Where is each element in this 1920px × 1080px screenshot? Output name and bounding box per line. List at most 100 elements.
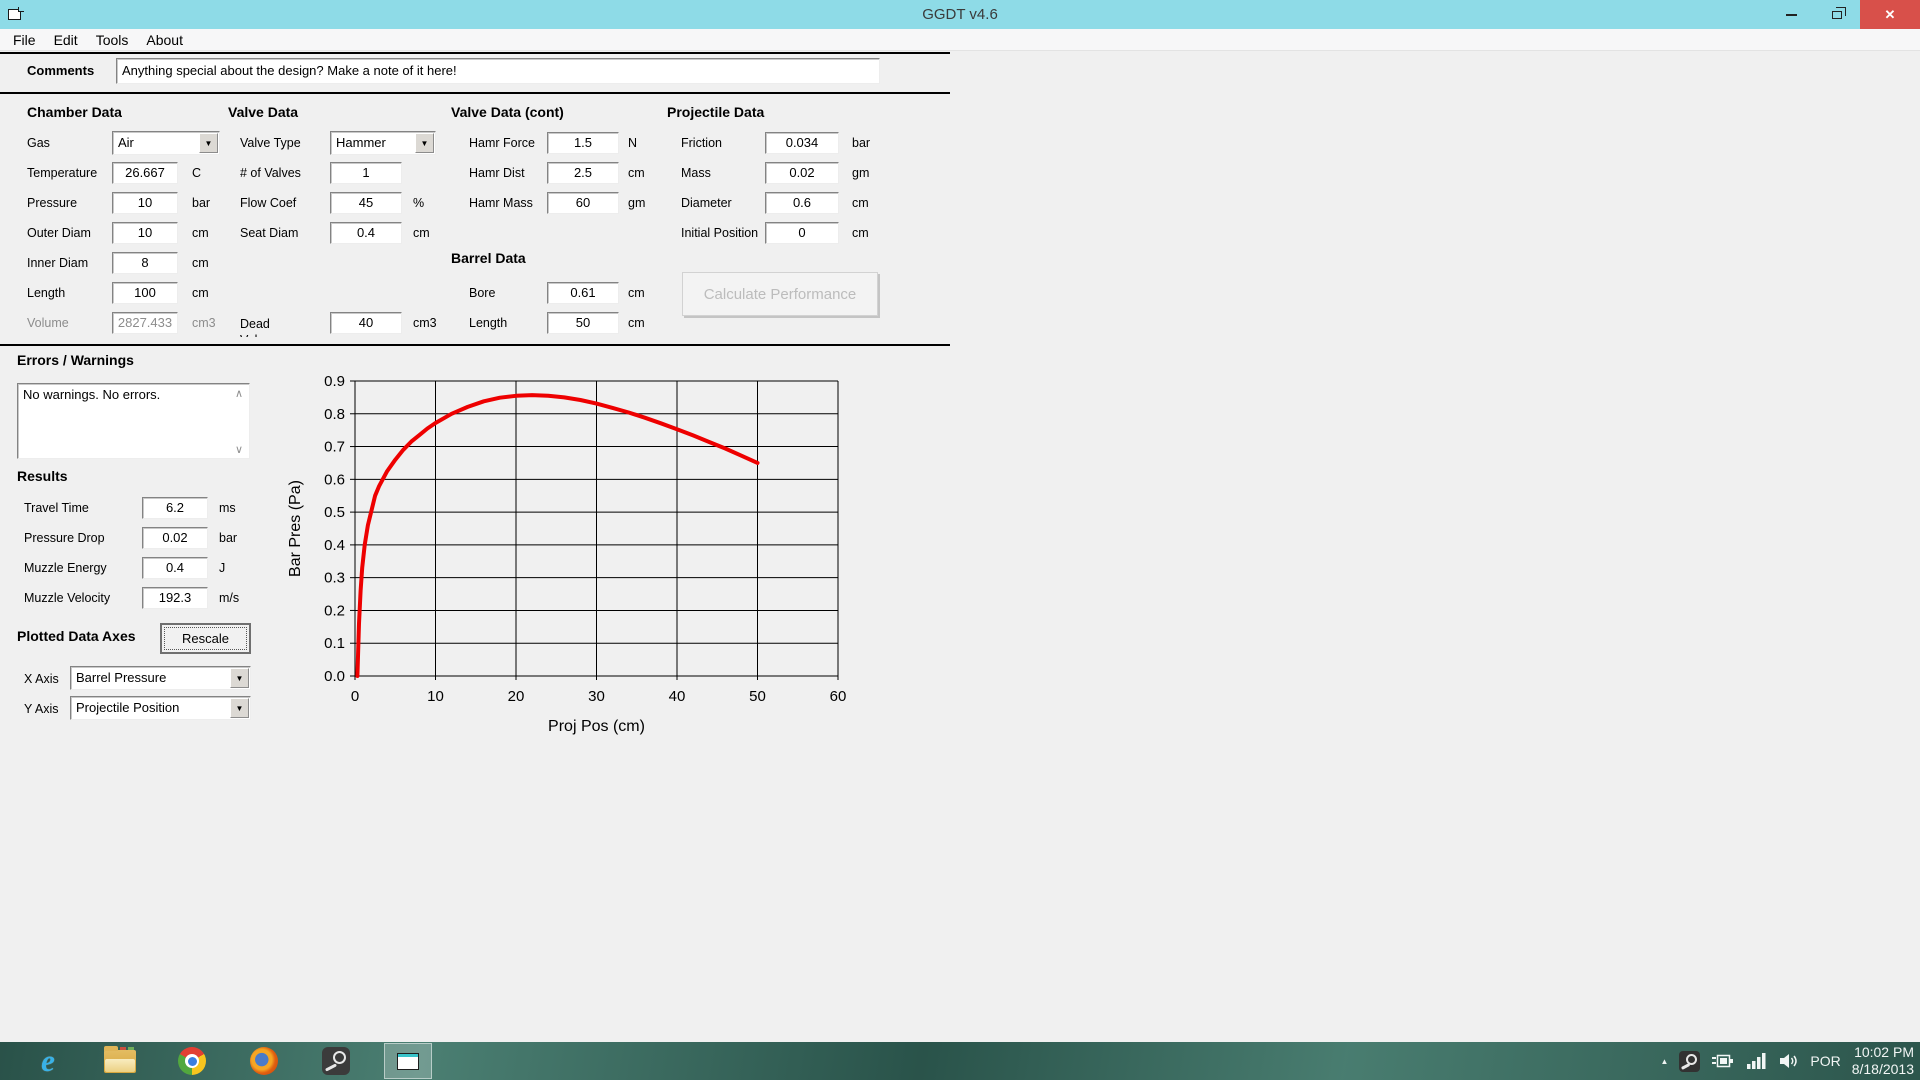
barrel-length-input[interactable]: 50: [547, 312, 619, 334]
clock[interactable]: 10:02 PM 8/18/2013: [1852, 1044, 1914, 1078]
pressure-unit: bar: [192, 195, 210, 211]
scroll-up-icon[interactable]: ∧: [232, 386, 246, 400]
chamber-data-header: Chamber Data: [27, 104, 122, 120]
bore-input[interactable]: 0.61: [547, 282, 619, 304]
y-axis-select[interactable]: Projectile Position ▼: [70, 696, 251, 720]
seat-diam-unit: cm: [413, 225, 430, 241]
ggdt-window-icon: [397, 1053, 419, 1070]
performance-chart: 01020304050600.00.10.20.30.40.50.60.70.8…: [280, 355, 860, 765]
ggdt-taskbar-button[interactable]: [384, 1043, 432, 1079]
volume-icon[interactable]: [1779, 1053, 1799, 1069]
pressure-drop-output: 0.02: [142, 527, 208, 549]
volume-output: 2827.433: [112, 312, 178, 334]
separator: [0, 52, 950, 54]
restore-icon: [1832, 11, 1842, 19]
diameter-label: Diameter: [681, 195, 732, 211]
close-button[interactable]: ✕: [1860, 0, 1920, 29]
initial-position-input[interactable]: 0: [765, 222, 839, 244]
plotted-data-axes-header: Plotted Data Axes: [17, 628, 136, 644]
hamr-mass-label: Hamr Mass: [469, 195, 533, 211]
menu-file[interactable]: File: [4, 29, 45, 51]
scroll-down-icon[interactable]: ∨: [232, 442, 246, 456]
svg-text:0.9: 0.9: [324, 373, 345, 390]
chamber-length-input[interactable]: 100: [112, 282, 178, 304]
seat-diam-input[interactable]: 0.4: [330, 222, 402, 244]
bore-label: Bore: [469, 285, 495, 301]
hamr-mass-unit: gm: [628, 195, 645, 211]
diameter-input[interactable]: 0.6: [765, 192, 839, 214]
dead-vol-unit: cm3: [413, 315, 437, 331]
svg-text:50: 50: [749, 688, 766, 705]
volume-unit: cm3: [192, 315, 216, 331]
hamr-force-label: Hamr Force: [469, 135, 535, 151]
network-icon[interactable]: [1746, 1052, 1768, 1070]
num-valves-input[interactable]: 1: [330, 162, 402, 184]
svg-text:30: 30: [588, 688, 605, 705]
bore-unit: cm: [628, 285, 645, 301]
muzzle-velocity-unit: m/s: [219, 590, 239, 606]
internet-explorer-icon[interactable]: e: [24, 1043, 72, 1079]
taskbar: e ▲: [0, 1042, 1920, 1080]
errors-warnings-header: Errors / Warnings: [17, 352, 134, 368]
results-header: Results: [17, 468, 68, 484]
friction-input[interactable]: 0.034: [765, 132, 839, 154]
chevron-down-icon[interactable]: ▼: [230, 698, 249, 718]
barrel-length-label: Length: [469, 315, 507, 331]
x-axis-select[interactable]: Barrel Pressure ▼: [70, 666, 251, 690]
svg-text:0.0: 0.0: [324, 668, 345, 685]
svg-text:0.5: 0.5: [324, 504, 345, 521]
power-icon[interactable]: [1711, 1053, 1735, 1069]
valve-data-cont-header: Valve Data (cont): [451, 104, 564, 120]
hamr-dist-input[interactable]: 2.5: [547, 162, 619, 184]
mass-input[interactable]: 0.02: [765, 162, 839, 184]
steam-icon[interactable]: [312, 1043, 360, 1079]
friction-label: Friction: [681, 135, 722, 151]
gas-select[interactable]: Air ▼: [112, 131, 220, 155]
chevron-down-icon[interactable]: ▼: [415, 133, 434, 153]
window-title: GGDT v4.6: [0, 0, 1920, 29]
pressure-input[interactable]: 10: [112, 192, 178, 214]
outer-diam-input[interactable]: 10: [112, 222, 178, 244]
menu-edit[interactable]: Edit: [45, 29, 87, 51]
temperature-unit: C: [192, 165, 201, 181]
chamber-length-unit: cm: [192, 285, 209, 301]
muzzle-energy-label: Muzzle Energy: [24, 560, 107, 576]
inner-diam-unit: cm: [192, 255, 209, 271]
firefox-icon[interactable]: [240, 1043, 288, 1079]
restore-button[interactable]: [1814, 0, 1860, 29]
comments-input[interactable]: Anything special about the design? Make …: [116, 58, 880, 84]
outer-diam-unit: cm: [192, 225, 209, 241]
valve-type-label: Valve Type: [240, 135, 301, 151]
initial-position-label: Initial Position: [681, 225, 758, 241]
travel-time-output: 6.2: [142, 497, 208, 519]
mass-unit: gm: [852, 165, 869, 181]
calculate-performance-button[interactable]: Calculate Performance: [682, 272, 878, 316]
errors-warnings-textarea[interactable]: No warnings. No errors. ∧ ∨: [17, 383, 250, 459]
dead-vol-input[interactable]: 40: [330, 312, 402, 334]
minimize-button[interactable]: [1768, 0, 1814, 29]
dead-vol-label: Dead Vol.: [240, 316, 302, 337]
svg-text:0.1: 0.1: [324, 635, 345, 652]
menu-tools[interactable]: Tools: [87, 29, 138, 51]
x-axis-label: X Axis: [24, 671, 59, 687]
chrome-icon[interactable]: [168, 1043, 216, 1079]
hidden-icons-chevron[interactable]: ▲: [1660, 1057, 1668, 1066]
inner-diam-input[interactable]: 8: [112, 252, 178, 274]
rescale-button[interactable]: Rescale: [160, 623, 251, 654]
chevron-down-icon[interactable]: ▼: [230, 668, 249, 688]
svg-text:0.4: 0.4: [324, 537, 345, 554]
svg-text:0.2: 0.2: [324, 602, 345, 619]
file-explorer-icon[interactable]: [96, 1043, 144, 1079]
temperature-input[interactable]: 26.667: [112, 162, 178, 184]
chevron-down-icon[interactable]: ▼: [199, 133, 218, 153]
menu-about[interactable]: About: [137, 29, 192, 51]
hamr-force-input[interactable]: 1.5: [547, 132, 619, 154]
valve-type-select[interactable]: Hammer ▼: [330, 131, 436, 155]
flow-coef-input[interactable]: 45: [330, 192, 402, 214]
barrel-length-unit: cm: [628, 315, 645, 331]
steam-tray-icon[interactable]: [1679, 1051, 1700, 1072]
language-indicator[interactable]: POR: [1810, 1053, 1840, 1069]
friction-unit: bar: [852, 135, 870, 151]
hamr-mass-input[interactable]: 60: [547, 192, 619, 214]
diameter-unit: cm: [852, 195, 869, 211]
